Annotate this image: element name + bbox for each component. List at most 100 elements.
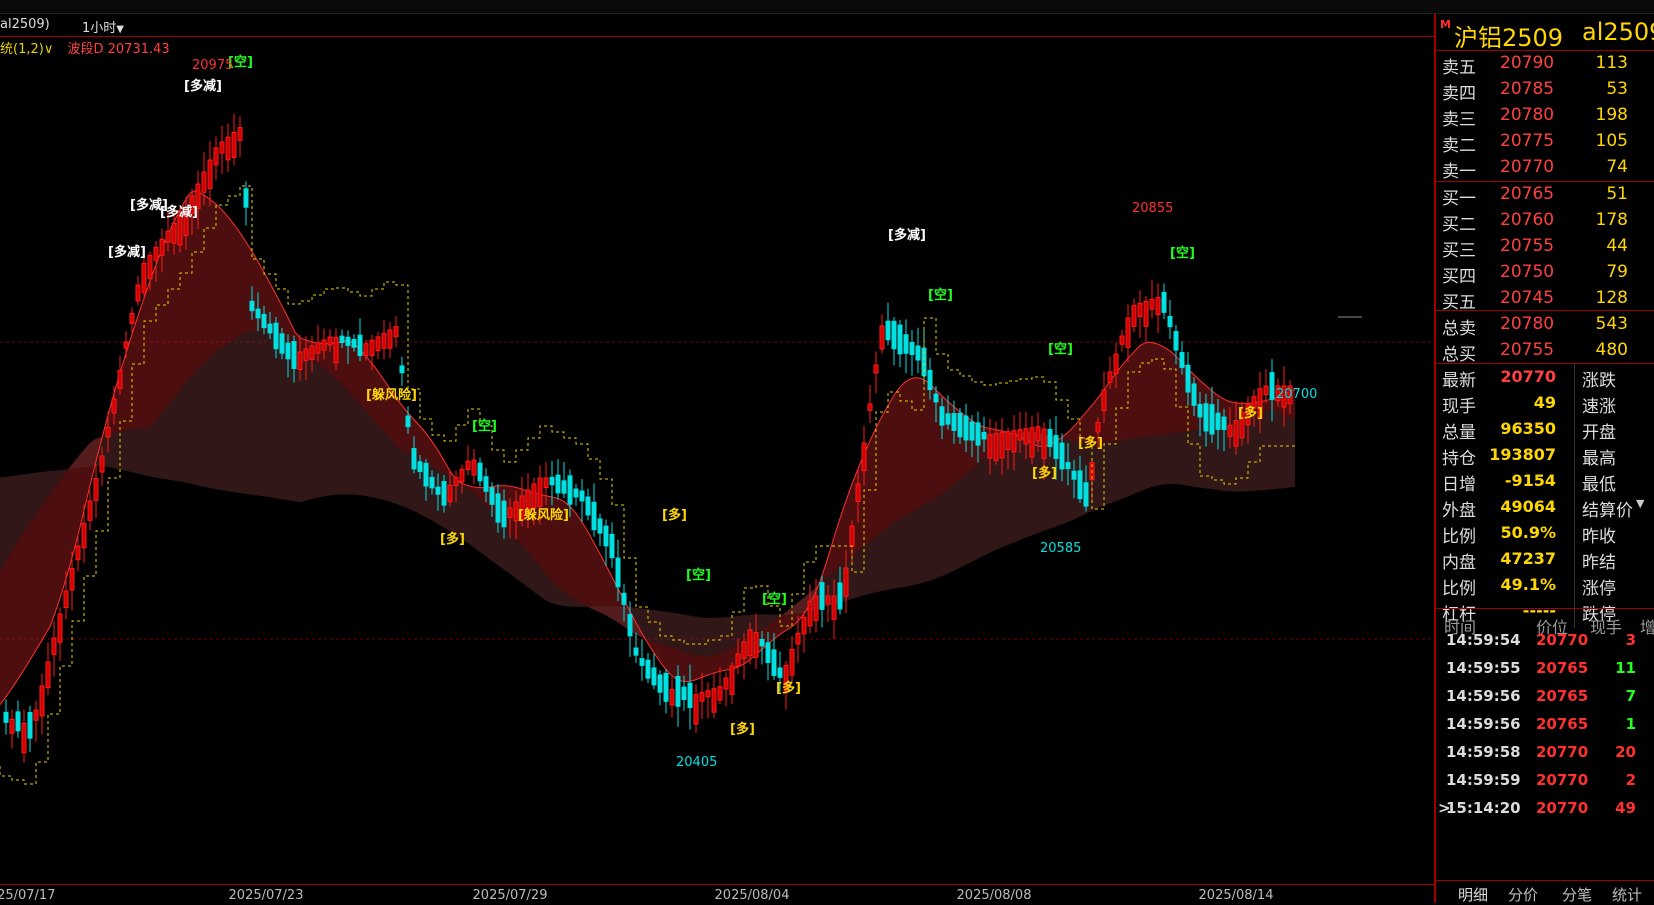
candle-body [1041, 428, 1047, 459]
bid-book: 买一 20765 51 买二 20760 178 买三 20755 44 买四 20750 79 买五 2… [1436, 182, 1654, 313]
candle-body [429, 476, 435, 489]
candle-body [381, 332, 387, 349]
candle-body [1017, 429, 1023, 441]
candle-body [885, 320, 891, 341]
candle-body [393, 326, 399, 338]
candle-body [1179, 352, 1185, 368]
tick-volume: 2 [1625, 771, 1636, 789]
candle-body [903, 334, 909, 354]
candle-body [93, 478, 99, 501]
candle-body [363, 343, 369, 357]
book-row[interactable]: 卖三 20780 198 [1436, 103, 1654, 130]
book-row[interactable]: 买五 20745 128 [1436, 286, 1654, 313]
candle-body [915, 345, 921, 361]
book-label: 买一 [1442, 189, 1476, 209]
period-selector[interactable]: 1小时▼ [82, 17, 124, 36]
divider [1436, 310, 1654, 311]
chevron-down-icon[interactable]: ▼ [1636, 497, 1644, 510]
stat-row: 内盘 47237 昨结 [1436, 546, 1654, 573]
candle-body [489, 487, 495, 505]
candle-body [9, 718, 15, 734]
candle-body [549, 476, 555, 486]
signal-annotation: [躲风险] [518, 507, 569, 523]
candle-body [1161, 291, 1167, 313]
candlestick-chart[interactable]: [空] [多减] [多减] [多减] [多减] [躲风险] [空] [多] [躲风险] [多] [空… [0, 36, 1434, 884]
candle-body [573, 488, 579, 498]
candle-body [597, 518, 603, 534]
book-row[interactable]: 总买 20755 480 [1436, 338, 1654, 365]
candle-body [345, 336, 351, 346]
book-row[interactable]: 总卖 20780 543 [1436, 312, 1654, 339]
candle-body [285, 342, 291, 360]
candle-body [165, 230, 171, 243]
tick-time: 15:14:20 [1446, 799, 1521, 817]
candle-body [99, 455, 105, 473]
tab-detail[interactable]: 明细 [1458, 884, 1488, 905]
book-label: 卖四 [1442, 84, 1476, 104]
candle-body [981, 431, 987, 440]
stat-label: 比例 [1442, 579, 1476, 599]
book-row[interactable]: 买二 20760 178 [1436, 208, 1654, 235]
candle-body [807, 600, 813, 627]
candle-body [1029, 427, 1035, 458]
symbol-label[interactable]: al2509) [0, 17, 50, 32]
candle-body [561, 480, 567, 494]
stat-label: 最新 [1442, 371, 1476, 391]
candle-body [1173, 331, 1179, 351]
x-tick-label: 2025/07/17 [0, 888, 56, 903]
candle-body [105, 427, 111, 438]
tick-row: 14:59:55 20765 11 [1436, 654, 1654, 682]
tick-price: 20770 [1536, 631, 1589, 649]
signal-annotation: [空] [472, 418, 497, 434]
book-price: 20765 [1500, 184, 1555, 204]
book-row[interactable]: 买一 20765 51 [1436, 182, 1654, 209]
tab-trades[interactable]: 分笔 [1562, 884, 1592, 905]
candle-body [1095, 422, 1101, 433]
book-price: 20760 [1500, 210, 1555, 230]
book-row[interactable]: 卖五 20790 113 [1436, 51, 1654, 78]
candle-body [795, 632, 801, 645]
tab-price[interactable]: 分价 [1508, 884, 1538, 905]
stat-value: 49.1% [1500, 575, 1556, 594]
price-label: 20405 [676, 755, 717, 770]
book-row[interactable]: 卖二 20775 105 [1436, 129, 1654, 156]
book-row[interactable]: 卖一 20770 74 [1436, 155, 1654, 182]
candle-body [639, 658, 645, 666]
panel-tabs: 明细 分价 分笔 统计 [1436, 880, 1654, 904]
candle-body [1035, 426, 1041, 442]
stat-label-right: 开盘 [1582, 423, 1616, 443]
book-row[interactable]: 买四 20750 79 [1436, 260, 1654, 287]
x-tick-label: 2025/07/29 [472, 888, 548, 903]
candle-body [585, 496, 591, 516]
stat-value: 20770 [1500, 367, 1556, 386]
stat-label: 外盘 [1442, 501, 1476, 521]
candle-body [453, 476, 459, 486]
candle-body [75, 545, 81, 561]
stat-label-right: 涨跌 [1582, 371, 1616, 391]
stat-label-right: 速涨 [1582, 397, 1616, 417]
candle-body [1107, 371, 1113, 383]
tab-stats[interactable]: 统计 [1612, 884, 1642, 905]
candle-body [81, 523, 87, 549]
candle-body [291, 341, 297, 369]
stat-label: 现手 [1442, 397, 1476, 417]
book-row[interactable]: 卖四 20785 53 [1436, 77, 1654, 104]
candle-body [951, 413, 957, 431]
tick-volume: 3 [1625, 631, 1636, 649]
candle-body [1233, 420, 1239, 447]
candle-body [207, 159, 213, 189]
candle-body [819, 582, 825, 610]
candle-body [927, 369, 933, 391]
candle-body [1077, 470, 1083, 500]
book-row[interactable]: 买三 20755 44 [1436, 234, 1654, 261]
candle-body [63, 590, 69, 608]
candle-body [1113, 353, 1119, 375]
tick-time: 14:59:54 [1446, 631, 1521, 649]
x-tick-label: 2025/07/23 [228, 888, 304, 903]
candle-body [1047, 428, 1053, 448]
stat-label-right: 结算价 [1582, 501, 1633, 521]
tick-row: 14:59:58 20770 20 [1436, 738, 1654, 766]
stat-row: 外盘 49064 结算价 ▼ [1436, 494, 1654, 521]
stat-row: 持仓 193807 最高 [1436, 442, 1654, 469]
book-label: 买三 [1442, 241, 1476, 261]
